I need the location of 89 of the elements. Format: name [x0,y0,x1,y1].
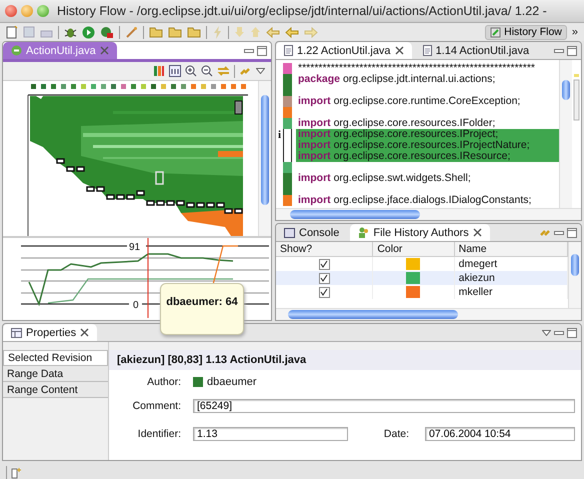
maximize-icon[interactable] [567,46,577,56]
identifier-field[interactable]: 1.13 [193,427,348,441]
back-arrow-icon[interactable] [285,26,299,38]
view-tab[interactable]: Console [276,224,348,241]
close-icon[interactable] [80,328,90,337]
maximize-icon[interactable] [567,228,577,238]
comment-field[interactable]: [65249] [193,399,575,413]
code-line: import org.eclipse.core.resources.IFolder; [297,118,496,129]
axis-label: 91 [129,242,140,253]
code-line: import org.eclipse.core.runtime.CoreException; [297,96,522,107]
author-row[interactable]: akiezun [276,271,568,285]
console-icon [284,228,295,238]
minimize-icon[interactable] [244,46,254,54]
field-label: Comment: [132,400,182,412]
perspective-icon [490,26,502,38]
property-tab[interactable]: Range Data [3,366,108,382]
close-button[interactable] [5,5,17,17]
checkbox[interactable] [318,272,330,284]
back-arrow-icon[interactable] [266,26,280,38]
vertical-scrollbar[interactable] [559,60,572,208]
file-icon [284,45,293,56]
minimize-icon[interactable] [554,328,564,336]
fast-view-icon[interactable] [11,466,22,478]
window-title: History Flow - /org.eclipse.jdt.ui/ui/org/eclipse/jdt/internal/ui/actions/ActionUtil.java/ 1.22 - [57,4,547,18]
color-bars-icon[interactable] [153,65,165,77]
revision-heading: [akiezun] [80,83] 1.13 ActionUtil.java [109,350,581,370]
link-icon[interactable] [239,65,252,77]
checkbox[interactable] [318,286,330,298]
zoom-out-icon[interactable] [201,65,213,77]
code-line: import org.eclipse.jface.dialogs.IDialogConstants; [297,195,532,206]
external-tools-icon[interactable] [100,26,114,38]
code-line: import org.eclipse.swt.widgets.Shell; [297,173,472,184]
bug-icon[interactable] [64,26,77,38]
grid-icon[interactable] [169,65,181,77]
field-label: Author: [146,376,182,388]
folder-icon[interactable] [168,26,182,38]
property-tab[interactable]: Selected Revision [3,350,108,366]
column-header[interactable]: Show? [276,242,373,256]
wand-icon[interactable] [125,26,138,38]
author-row[interactable]: mkeller [276,285,568,299]
close-icon[interactable] [394,46,404,55]
minimize-icon[interactable] [554,46,564,54]
checkbox[interactable] [318,258,330,270]
save-icon[interactable] [23,26,35,38]
field-label: Date: [384,428,409,440]
new-file-icon[interactable] [6,26,18,38]
color-swatch[interactable] [406,272,420,284]
date-field[interactable]: 07.06.2004 10:54 [425,427,575,441]
view-tab[interactable]: Properties [3,324,98,341]
maximize-icon[interactable] [567,328,577,338]
link-icon[interactable] [539,227,551,238]
editor-tab[interactable]: 1.22 ActionUtil.java [276,42,412,59]
view-menu-icon[interactable] [256,68,265,74]
code-line: ********************************************************** [297,63,536,74]
file-icon [422,45,432,56]
swap-arrows-icon[interactable] [217,65,230,77]
view-tab[interactable]: ActionUtil.java [3,42,117,59]
properties-icon [11,328,22,338]
property-tab[interactable]: Range Content [3,382,108,398]
history-flow-perspective-button[interactable]: History Flow [485,24,567,40]
editor-tab[interactable]: 1.14 ActionUtil.java [414,42,538,59]
color-swatch[interactable] [406,258,420,270]
people-icon [358,227,370,238]
field-label: Identifier: [136,428,182,440]
horizontal-scrollbar[interactable] [276,208,581,220]
vertical-scrollbar[interactable] [258,81,271,236]
vertical-scrollbar[interactable] [568,242,581,308]
column-header[interactable]: Name [454,242,568,256]
overflow-chevron[interactable]: » [572,26,578,38]
column-header[interactable]: Color [372,242,454,256]
view-tab[interactable]: File History Authors [350,224,490,241]
color-swatch[interactable] [406,286,420,298]
zoom-in-icon[interactable] [185,65,197,77]
author-name: dbaeumer [207,376,257,388]
horizontal-scrollbar[interactable] [276,308,581,320]
tooltip: dbaeumer: 64 [160,283,244,335]
minimize-icon[interactable] [554,228,564,236]
run-icon[interactable] [82,26,95,38]
close-icon[interactable] [472,228,482,237]
history-icon [11,45,22,56]
info-marker: i [276,128,282,140]
table-cell: akiezun [454,271,568,285]
folder-icon[interactable] [187,26,201,38]
axis-label: 0 [133,300,139,311]
folder-icon[interactable] [149,26,163,38]
view-menu-icon[interactable] [542,330,551,336]
maximize-icon[interactable] [257,46,267,56]
code-line: package org.eclipse.jdt.internal.ui.actions; [297,74,496,85]
zoom-button[interactable] [37,5,49,17]
